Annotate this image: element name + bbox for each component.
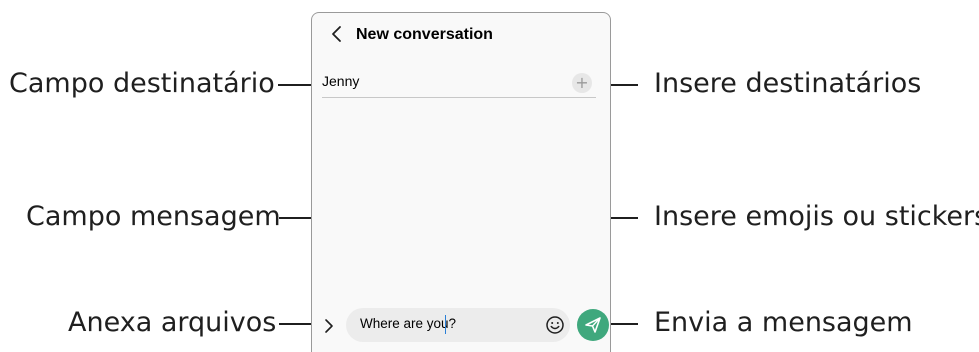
text-cursor (445, 315, 446, 334)
emoji-icon[interactable] (544, 314, 566, 336)
chevron-right-icon[interactable] (320, 316, 338, 336)
callout-emoji-stickers: Insere emojis ou stickers (654, 201, 979, 232)
callout-message-field: Campo mensagem (26, 201, 281, 232)
add-recipient-button[interactable]: + (572, 73, 592, 93)
message-input[interactable]: Where are you? (346, 308, 570, 342)
callout-send-message: Envia a mensagem (654, 307, 913, 338)
recipient-field[interactable]: Jenny (322, 73, 359, 89)
page-title: New conversation (356, 26, 493, 43)
phone-screen: New conversation Jenny + Where are you? (311, 12, 611, 352)
send-icon (585, 317, 601, 333)
send-button[interactable] (577, 309, 609, 341)
recipient-divider (322, 97, 596, 98)
back-arrow-icon[interactable] (326, 23, 348, 45)
callout-recipient-field: Campo destinatário (9, 68, 275, 99)
app-header: New conversation (312, 13, 610, 59)
callout-add-recipients: Insere destinatários (654, 68, 922, 99)
callout-attach-files: Anexa arquivos (68, 307, 277, 338)
plus-icon: + (575, 73, 589, 92)
callout-line-attach (279, 323, 313, 325)
message-text: Where are you? (360, 316, 457, 331)
